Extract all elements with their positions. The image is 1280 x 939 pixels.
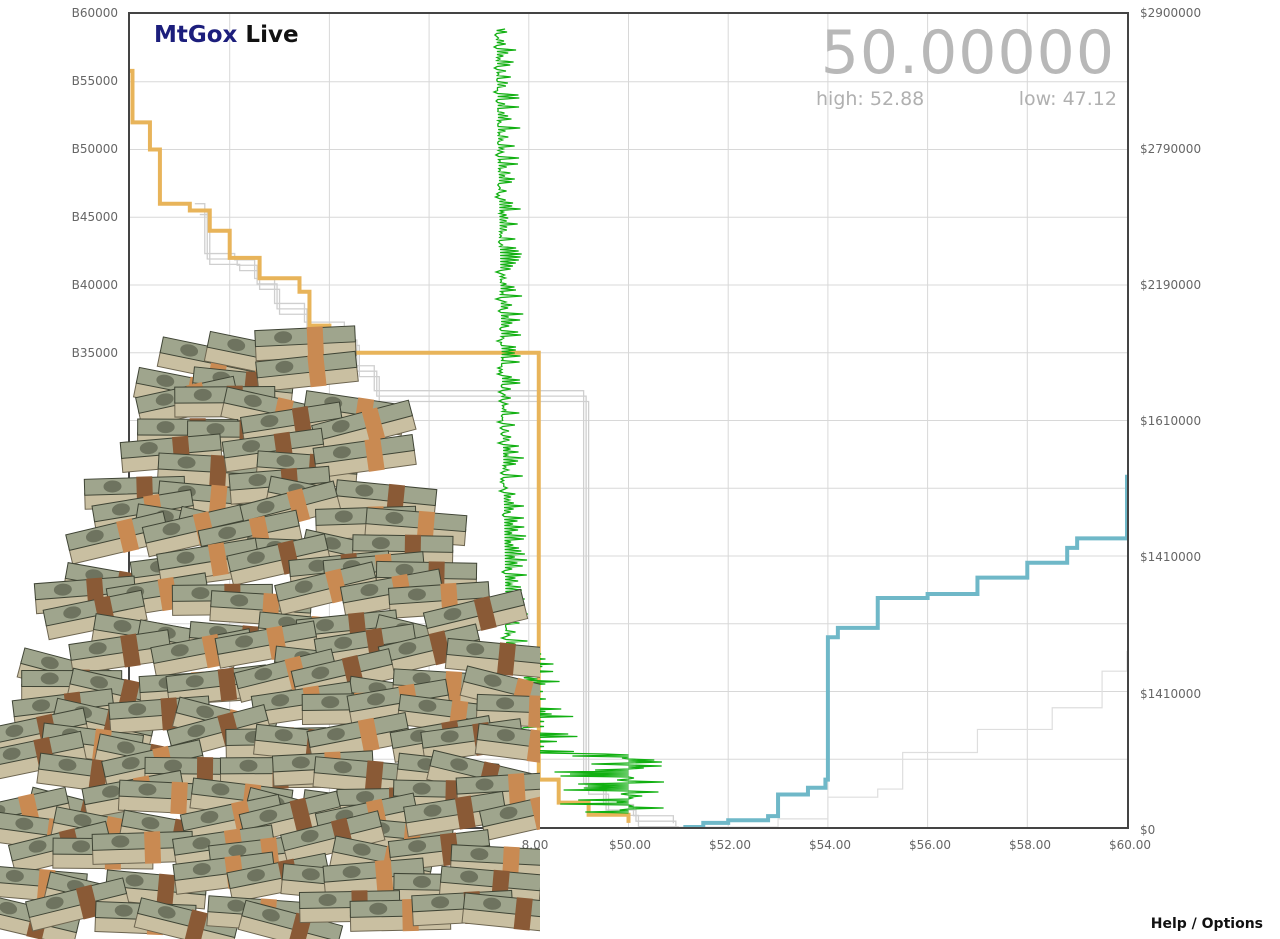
y-right-tick: $1610000 <box>1140 414 1202 428</box>
depth-chart-screen: B60000 B55000 B50000 B45000 B40000 B3500… <box>0 0 1280 939</box>
y-right-tick: $0 <box>1140 823 1156 837</box>
cash-bundle <box>474 723 540 767</box>
x-tick: $58.00 <box>1009 838 1051 852</box>
app-title: MtGox Live <box>154 22 299 48</box>
x-tick: $52.00 <box>709 838 751 852</box>
y-left-tick: B50000 <box>71 142 118 156</box>
help-options-link[interactable]: Help / Options <box>1151 916 1263 932</box>
y-right-tick: $2190000 <box>1140 278 1202 292</box>
y-right-tick: $2790000 <box>1140 142 1202 156</box>
y-right-tick: $1410000 <box>1140 687 1202 701</box>
shadow-asks-line <box>678 650 1127 827</box>
y-right-tick: $1410000 <box>1140 550 1202 564</box>
last-price: 50.00000 <box>820 18 1115 88</box>
y-left-tick: B45000 <box>71 210 118 224</box>
y-left-tick: B40000 <box>71 278 118 292</box>
x-tick: $60.00 <box>1109 838 1151 852</box>
y-right-tick: $2900000 <box>1140 6 1202 20</box>
x-tick: $56.00 <box>909 838 951 852</box>
brand-suffix: Live <box>245 22 299 48</box>
x-tick: $50.00 <box>609 838 651 852</box>
y-left-tick: B60000 <box>71 6 118 20</box>
y-left-tick: B55000 <box>71 74 118 88</box>
low-price: low: 47.12 <box>1018 88 1117 110</box>
asks-depth-line <box>683 474 1127 827</box>
brand-name: MtGox <box>154 22 238 48</box>
high-price: high: 52.88 <box>816 88 925 110</box>
pile-of-cash-image <box>0 325 540 939</box>
x-tick: $54.00 <box>809 838 851 852</box>
